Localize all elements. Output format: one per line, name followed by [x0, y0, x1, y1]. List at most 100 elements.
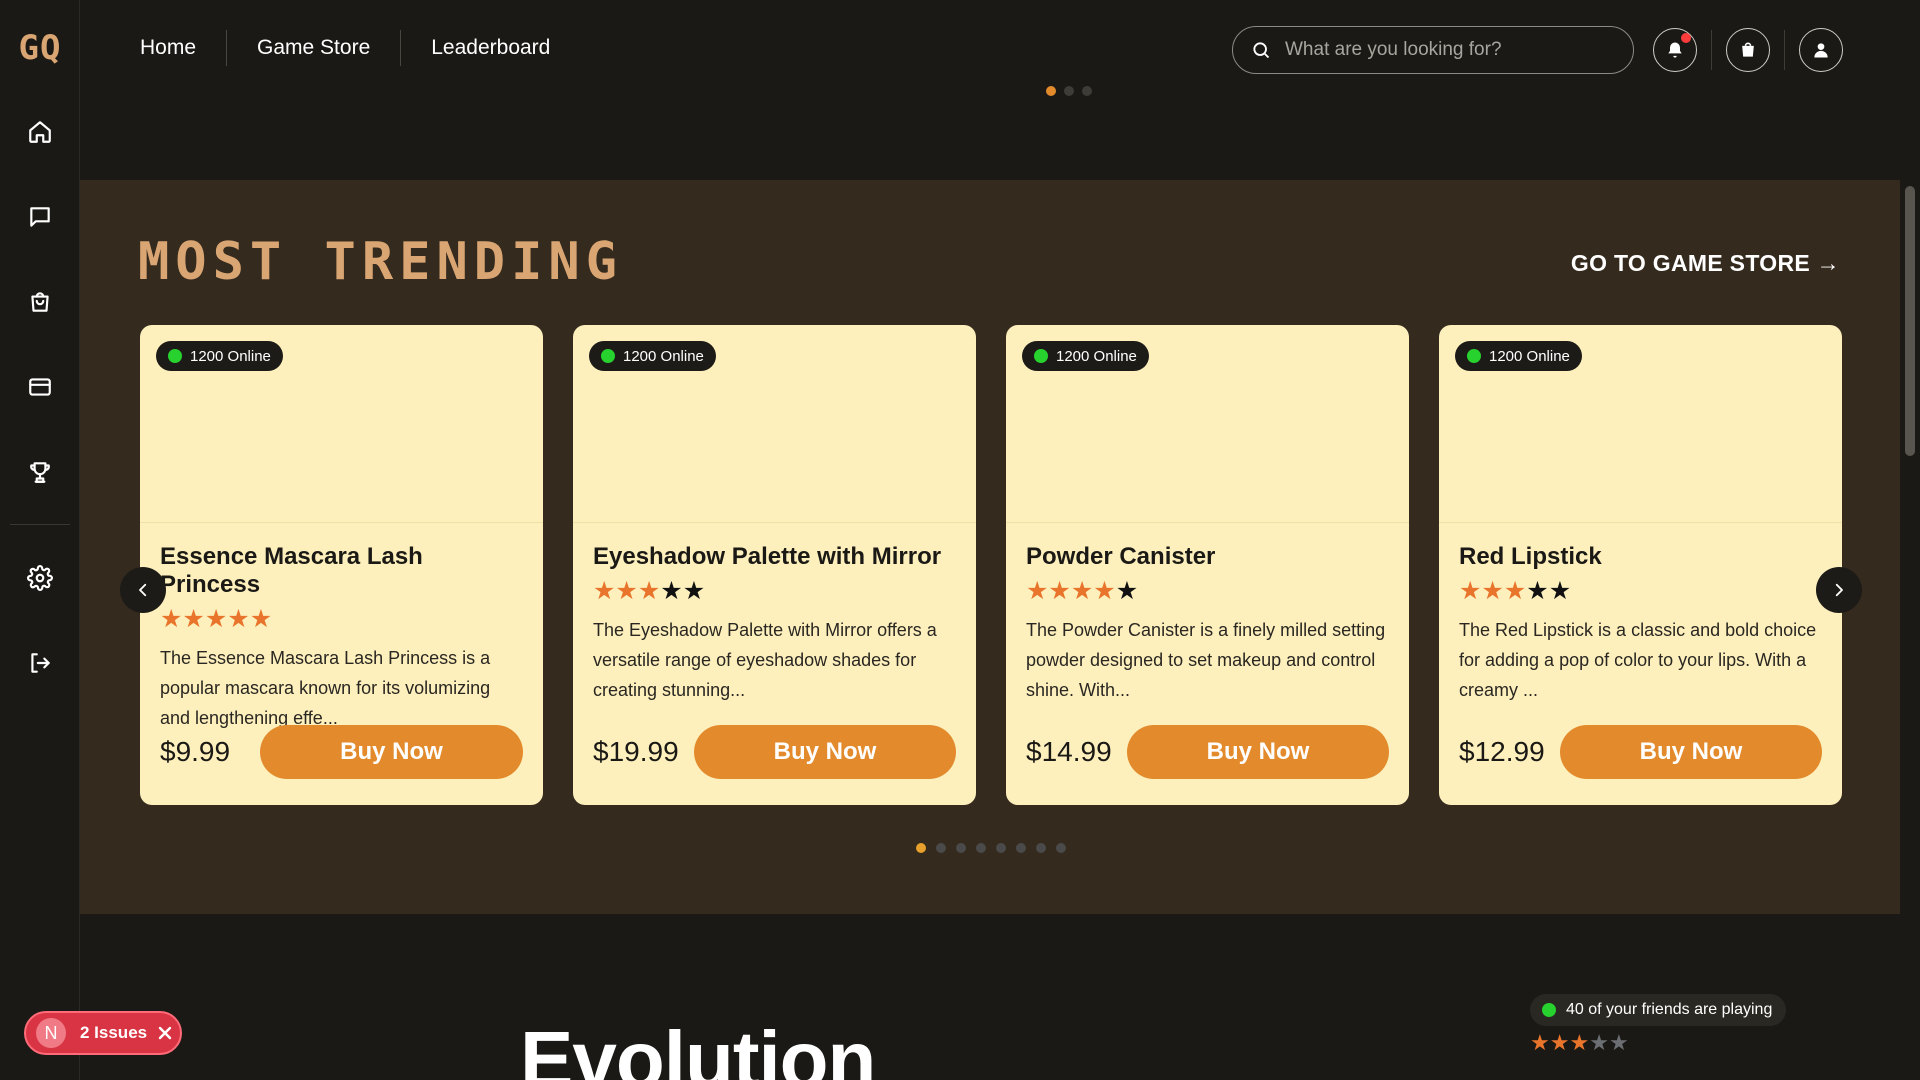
sidebar-item-payments[interactable] [20, 367, 60, 407]
main-nav: Home Game Store Leaderboard [140, 30, 580, 66]
evolution-rating: ★★★★★ [1530, 1030, 1629, 1056]
product-title[interactable]: Powder Canister [1026, 543, 1391, 571]
carousel-dot[interactable] [1036, 843, 1046, 853]
product-price: $9.99 [160, 736, 231, 767]
carousel-dot[interactable] [936, 843, 946, 853]
chat-icon [30, 207, 50, 227]
notifications-button[interactable] [1653, 28, 1697, 72]
chevron-left-icon [139, 583, 147, 597]
star-filled-icon: ★ [1093, 577, 1116, 605]
cart-button[interactable] [1726, 28, 1770, 72]
carousel-prev-button[interactable] [120, 567, 166, 613]
product-card[interactable]: 1200 Online Eyeshadow Palette with Mirro… [573, 325, 976, 805]
sidebar: GQ [0, 0, 80, 1080]
product-title[interactable]: Essence Mascara Lash Princess [160, 543, 525, 599]
online-badge: 1200 Online [1022, 341, 1149, 371]
nav-home[interactable]: Home [140, 30, 226, 66]
product-description: The Essence Mascara Lash Princess is a p… [160, 648, 491, 728]
product-rating: ★★★★★ [1026, 577, 1391, 605]
profile-button[interactable] [1799, 28, 1843, 72]
star-filled-icon: ★ [227, 605, 250, 633]
carousel-dot[interactable] [956, 843, 966, 853]
evolution-heading: Evolution [520, 1015, 876, 1080]
issues-indicator[interactable]: N 2 Issues [24, 1011, 182, 1055]
online-badge: 1200 Online [589, 341, 716, 371]
banner-dot[interactable] [1064, 86, 1074, 96]
header-separator [1711, 30, 1712, 70]
sidebar-item-store[interactable] [20, 282, 60, 322]
carousel-dot[interactable] [996, 843, 1006, 853]
sidebar-item-home[interactable] [20, 112, 60, 152]
issues-close-button[interactable] [157, 1025, 173, 1041]
product-card[interactable]: 1200 Online Red Lipstick ★★★★★ The Red L… [1439, 325, 1842, 805]
cart-icon [1742, 42, 1754, 57]
product-title[interactable]: Eyeshadow Palette with Mirror [593, 543, 958, 571]
online-badge: 1200 Online [1455, 341, 1582, 371]
product-card[interactable]: 1200 Online Powder Canister ★★★★★ The Po… [1006, 325, 1409, 805]
nav-game-store[interactable]: Game Store [227, 30, 400, 66]
nav-leaderboard[interactable]: Leaderboard [401, 30, 580, 66]
star-filled-icon: ★ [204, 605, 228, 633]
online-badge: 1200 Online [156, 341, 283, 371]
product-footer: $14.99 Buy Now [1026, 725, 1389, 779]
product-info: Essence Mascara Lash Princess ★★★★★ The … [160, 543, 525, 733]
star-filled-icon: ★ [1459, 577, 1482, 605]
banner-dot[interactable] [1046, 86, 1056, 96]
product-rating: ★★★★★ [1459, 577, 1824, 605]
banner-dot[interactable] [1082, 86, 1092, 96]
bell-icon [1668, 42, 1682, 58]
carousel-next-button[interactable] [1816, 567, 1862, 613]
search-box[interactable] [1232, 26, 1634, 74]
product-title[interactable]: Red Lipstick [1459, 543, 1824, 571]
online-indicator [1034, 349, 1048, 363]
buy-now-button[interactable]: Buy Now [694, 725, 956, 779]
product-rating: ★★★★★ [160, 605, 525, 633]
carousel-dot[interactable] [1056, 843, 1066, 853]
star-empty-icon: ★ [1589, 1030, 1609, 1055]
product-description: The Eyeshadow Palette with Mirror offers… [593, 620, 937, 700]
trophy-icon [30, 462, 50, 483]
buy-now-button[interactable]: Buy Now [1560, 725, 1822, 779]
sidebar-item-logout[interactable] [20, 643, 60, 683]
page-scrollbar[interactable] [1900, 0, 1920, 1080]
star-filled-icon: ★ [1070, 577, 1094, 605]
issues-label: 2 Issues [80, 1023, 148, 1042]
search-input[interactable] [1285, 39, 1605, 61]
star-filled-icon: ★ [637, 577, 661, 605]
product-rating: ★★★★★ [593, 577, 958, 605]
buy-now-button[interactable]: Buy Now [260, 725, 523, 779]
home-icon [29, 121, 51, 143]
sidebar-item-leaderboard[interactable] [20, 452, 60, 492]
star-empty-icon: ★ [1608, 1030, 1629, 1055]
star-filled-icon: ★ [182, 605, 205, 633]
product-card[interactable]: 1200 Online Essence Mascara Lash Princes… [140, 325, 543, 805]
logout-icon [31, 653, 50, 673]
notification-badge [1681, 33, 1691, 43]
sidebar-item-settings[interactable] [20, 558, 60, 598]
scrollbar-thumb[interactable] [1905, 186, 1915, 456]
star-filled-icon: ★ [1569, 1030, 1590, 1055]
sidebar-item-chat[interactable] [20, 197, 60, 237]
buy-now-button[interactable]: Buy Now [1127, 725, 1389, 779]
go-to-game-store-link[interactable]: GO TO GAME STORE → [1571, 250, 1840, 277]
star-filled-icon: ★ [1481, 577, 1504, 605]
friends-playing-text: 40 of your friends are playing [1566, 1001, 1773, 1018]
star-filled-icon: ★ [249, 605, 273, 633]
star-filled-icon: ★ [1026, 577, 1049, 605]
online-count: 1200 Online [190, 347, 271, 365]
product-price: $19.99 [593, 736, 679, 767]
carousel-dot[interactable] [1016, 843, 1026, 853]
star-filled-icon: ★ [1530, 1030, 1550, 1055]
product-info: Eyeshadow Palette with Mirror ★★★★★ The … [593, 543, 958, 705]
online-indicator [168, 349, 182, 363]
star-empty-icon: ★ [1526, 577, 1549, 605]
product-price: $12.99 [1459, 736, 1545, 767]
online-indicator [1467, 349, 1481, 363]
carousel-dot[interactable] [976, 843, 986, 853]
star-filled-icon: ★ [160, 605, 183, 633]
app-logo[interactable]: GQ [8, 28, 72, 68]
friends-playing-badge: 40 of your friends are playing [1530, 994, 1787, 1026]
issues-logo: N [36, 1018, 66, 1048]
carousel-dot[interactable] [916, 843, 926, 853]
section-title: MOST TRENDING [138, 232, 623, 292]
